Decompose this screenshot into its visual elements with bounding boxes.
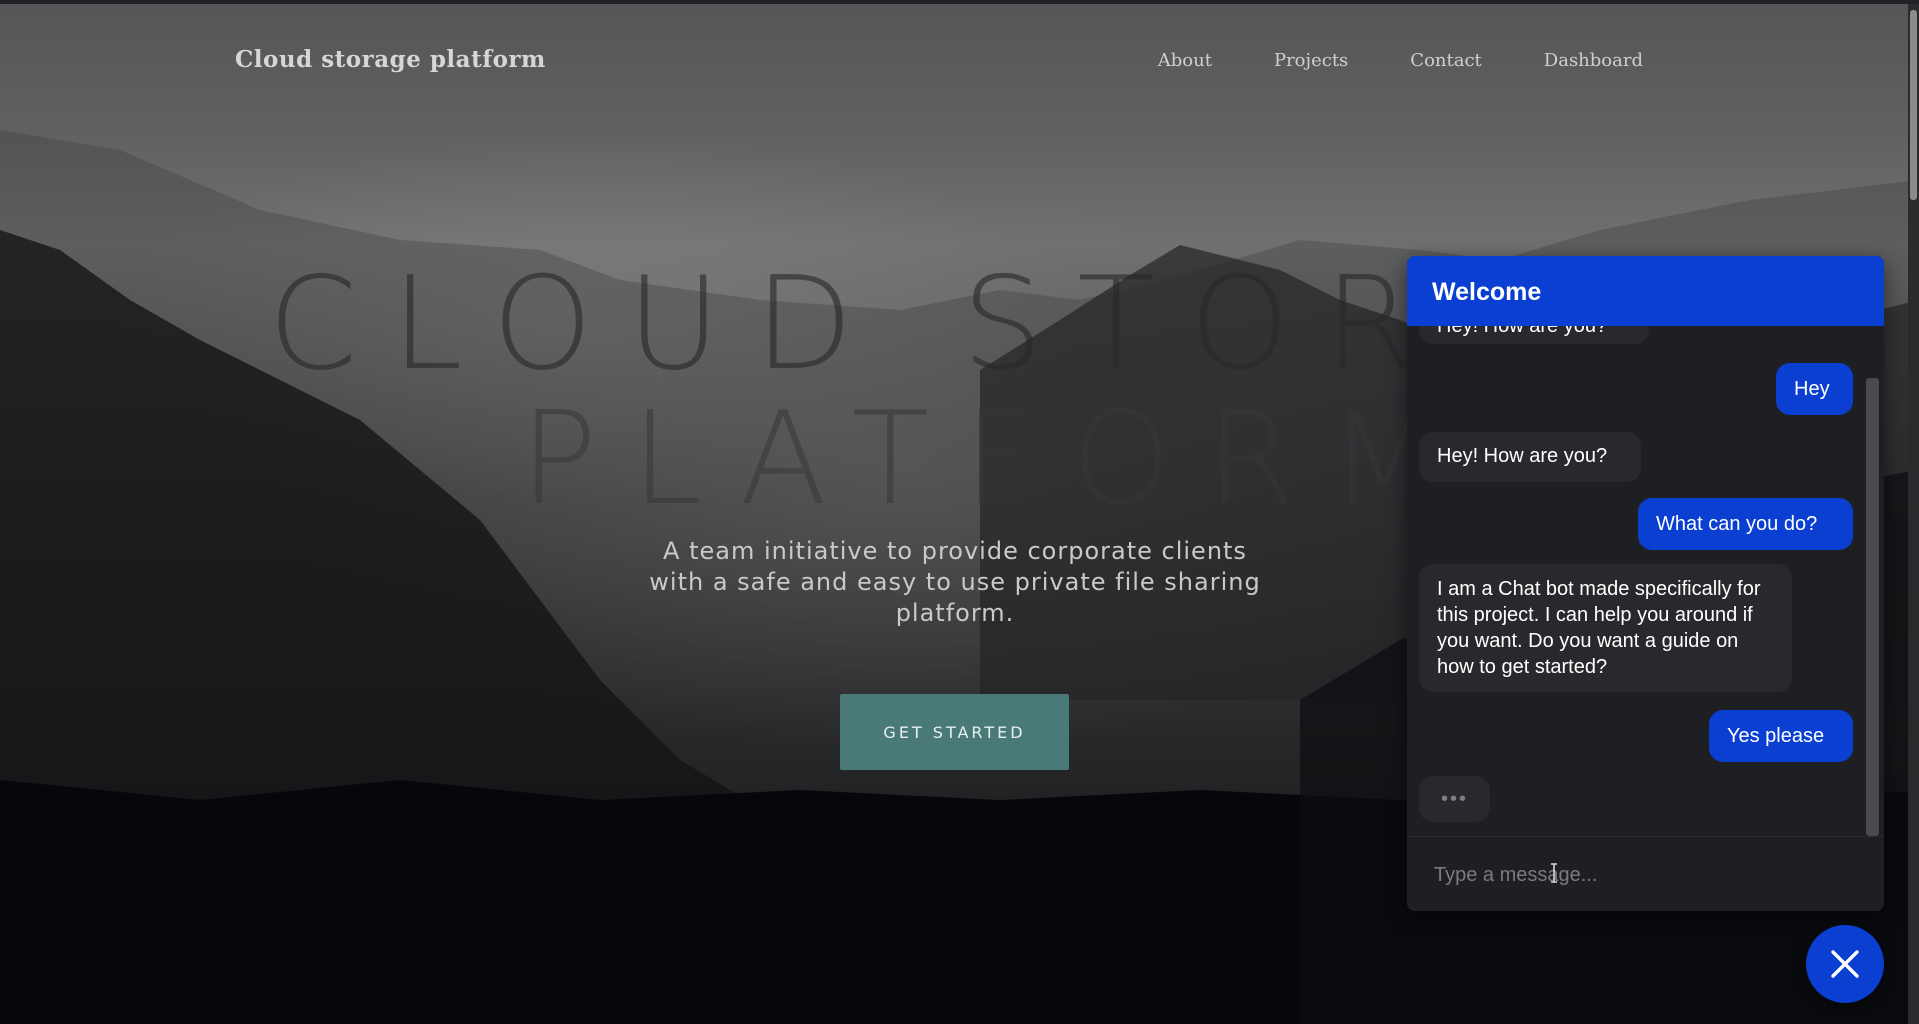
main-nav: About Projects Contact Dashboard — [1158, 50, 1643, 71]
chat-input-area — [1407, 836, 1884, 911]
typing-indicator: ••• — [1419, 776, 1490, 822]
chat-message-bot: Hey! How are you? — [1419, 432, 1641, 482]
page-scrollbar-thumb[interactable] — [1910, 10, 1917, 200]
chat-close-button[interactable] — [1806, 925, 1884, 1003]
close-icon — [1831, 950, 1859, 978]
nav-projects-link[interactable]: Projects — [1274, 50, 1348, 71]
hero-title-line-2: PLATFORM — [520, 385, 1473, 534]
chat-header: Welcome — [1407, 256, 1884, 326]
brand-logo-text[interactable]: Cloud storage platform — [235, 46, 546, 73]
chat-message-user: Hey — [1776, 363, 1853, 415]
nav-dashboard-link[interactable]: Dashboard — [1544, 50, 1643, 71]
chat-messages[interactable]: Hey! How are you? Hey Hey! How are you? … — [1407, 326, 1884, 836]
hero-subtitle: A team initiative to provide corporate c… — [649, 537, 1261, 627]
hero-title-line-1: CLOUD STORA — [268, 250, 1564, 399]
chat-message-user: Yes please — [1709, 710, 1853, 762]
nav-about-link[interactable]: About — [1158, 50, 1212, 71]
chat-message-input[interactable] — [1432, 857, 1856, 893]
nav-contact-link[interactable]: Contact — [1410, 50, 1481, 71]
chat-message-user: What can you do? — [1638, 498, 1853, 550]
get-started-button[interactable]: GET STARTED — [840, 694, 1069, 770]
chat-message-bot: Hey! How are you? — [1419, 326, 1649, 344]
chat-widget: Welcome Hey! How are you? Hey Hey! How a… — [1407, 256, 1884, 911]
text-cursor-icon — [1551, 863, 1557, 883]
chat-scrollbar-thumb[interactable] — [1866, 378, 1879, 836]
chat-message-bot: I am a Chat bot made specifically for th… — [1419, 564, 1792, 692]
browser-top-strip — [0, 0, 1919, 4]
chat-title: Welcome — [1432, 278, 1542, 306]
